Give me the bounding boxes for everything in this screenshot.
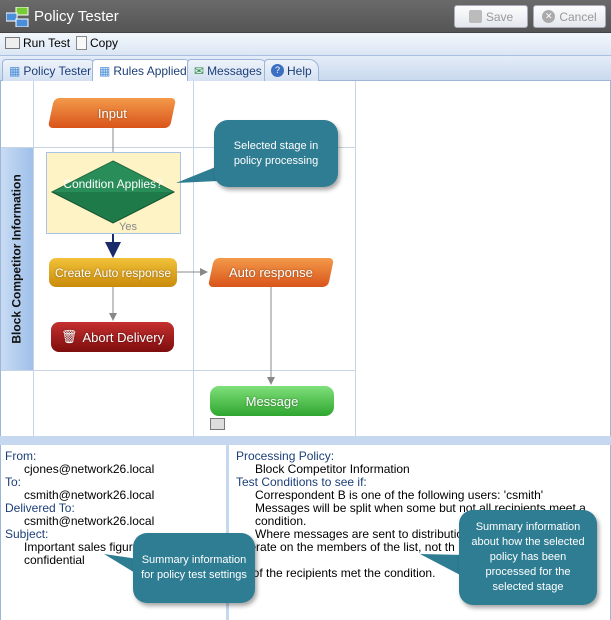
copy-icon — [76, 36, 87, 50]
policy-tester-icon — [6, 7, 29, 27]
copy-button[interactable]: Copy — [76, 36, 118, 50]
rules-applied-icon: ▦ — [99, 64, 111, 78]
cancel-icon: ✕ — [542, 10, 556, 23]
node-create-auto-response[interactable]: Create Auto response — [49, 258, 177, 287]
cancel-button[interactable]: ✕ Cancel — [533, 5, 606, 28]
rules-diagram: Block Competitor Information Input Condi… — [0, 81, 611, 436]
tab-policy-tester[interactable]: ▦ Policy Tester — [2, 59, 99, 81]
save-icon — [468, 10, 482, 23]
node-input[interactable]: Input — [47, 98, 177, 128]
condition-label: Condition Applies? — [63, 177, 163, 191]
run-test-button[interactable]: Run Test — [5, 36, 70, 50]
node-abort-delivery[interactable]: 🗑 Abort Delivery — [51, 322, 174, 352]
trash-icon: 🗑 — [60, 329, 78, 344]
title-bar: Policy Tester Save ✕ Cancel — [0, 0, 611, 33]
window-title: Policy Tester — [34, 8, 119, 25]
splitter[interactable] — [0, 436, 611, 445]
policy-tester-icon: ▦ — [9, 63, 21, 78]
node-auto-response[interactable]: Auto response — [207, 258, 335, 287]
save-button[interactable]: Save — [454, 5, 528, 28]
tab-rules-applied[interactable]: ▦ Rules Applied — [92, 59, 194, 82]
tab-messages[interactable]: ✉ Messages — [187, 59, 269, 81]
tab-bar: ▦ Policy Tester ▦ Rules Applied ✉ Messages … — [0, 56, 611, 82]
node-message[interactable]: Message — [210, 386, 334, 416]
envelope-icon — [210, 418, 225, 430]
callout-selected-stage: Selected stage in policy processing — [214, 120, 338, 187]
tab-help[interactable]: ? Help — [264, 59, 319, 81]
toolbar: Run Test Copy — [0, 33, 611, 56]
run-test-icon — [5, 37, 20, 49]
node-condition-diamond[interactable] — [50, 159, 176, 225]
callout-policy-processed: Summary information about how the select… — [459, 510, 597, 605]
help-icon: ? — [271, 64, 284, 77]
yes-label: Yes — [119, 221, 137, 233]
messages-icon: ✉ — [194, 63, 205, 78]
callout-test-settings: Summary information for policy test sett… — [133, 533, 255, 603]
